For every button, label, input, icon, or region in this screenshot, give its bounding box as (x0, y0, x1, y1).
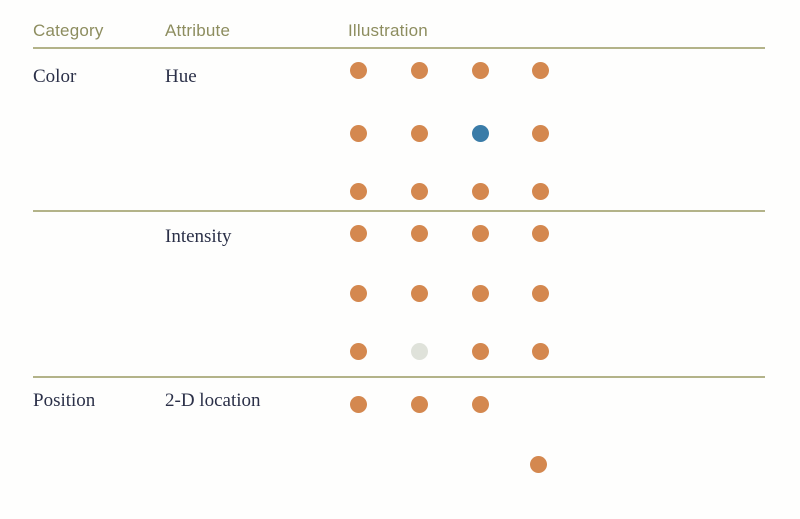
dot-2-d-location-r1-c4-distinct (529, 455, 547, 473)
dot-intensity-r1-c1 (349, 224, 367, 242)
dot-hue-r3-c3 (471, 182, 489, 200)
dot-hue-r2-c1 (349, 124, 367, 142)
dot-hue-r3-c2 (410, 182, 428, 200)
section-divider-rule-intensity-position (33, 376, 765, 378)
dot-intensity-r2-c2 (410, 284, 428, 302)
dot-hue-r2-c4 (531, 124, 549, 142)
dot-intensity-r3-c3 (471, 342, 489, 360)
dot-hue-r1-c3 (471, 61, 489, 79)
dot-hue-r1-c1 (349, 61, 367, 79)
dot-2-d-location-r1-c3 (471, 395, 489, 413)
dot-hue-r1-c4 (531, 61, 549, 79)
section-divider-rule-hue-intensity (33, 210, 765, 212)
dot-intensity-r1-c4 (531, 224, 549, 242)
column-header-illustration: Illustration (348, 21, 428, 40)
column-header-category: Category (33, 21, 104, 40)
dot-intensity-r2-c4 (531, 284, 549, 302)
dot-intensity-r1-c2 (410, 224, 428, 242)
row-label-attribute-2d-location: 2-D location (165, 390, 261, 411)
column-header-attribute: Attribute (165, 21, 231, 40)
dot-intensity-r2-c3 (471, 284, 489, 302)
dot-2-d-location-r1-c1 (349, 395, 367, 413)
dot-intensity-r1-c3 (471, 224, 489, 242)
figure-canvas: Category Attribute Illustration Color Hu… (0, 0, 800, 519)
dot-hue-r3-c1 (349, 182, 367, 200)
header-divider-rule (33, 47, 765, 49)
dot-intensity-r2-c1 (349, 284, 367, 302)
dot-intensity-r3-c4 (531, 342, 549, 360)
row-label-attribute-hue: Hue (165, 66, 197, 87)
dot-hue-r2-c3-distinct (471, 124, 489, 142)
dot-2-d-location-r1-c2 (410, 395, 428, 413)
dot-intensity-r3-c1 (349, 342, 367, 360)
row-label-category-position: Position (33, 390, 96, 411)
row-label-attribute-intensity: Intensity (165, 226, 232, 247)
dot-intensity-r3-c2-distinct (410, 342, 428, 360)
dot-hue-r3-c4 (531, 182, 549, 200)
row-label-category-color: Color (33, 66, 77, 87)
dot-hue-r2-c2 (410, 124, 428, 142)
dot-hue-r1-c2 (410, 61, 428, 79)
